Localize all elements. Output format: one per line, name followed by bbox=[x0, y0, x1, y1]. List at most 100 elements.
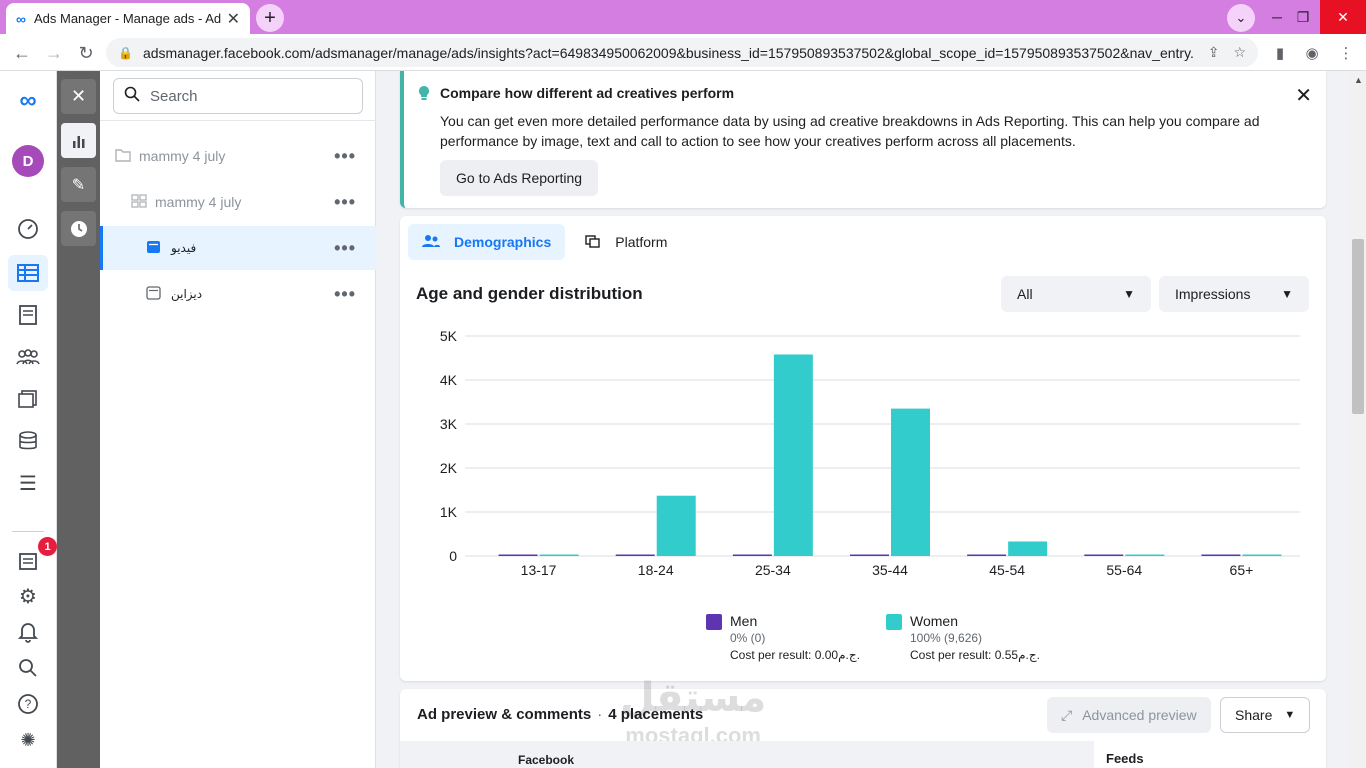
preview-strip: Facebook bbox=[400, 741, 1094, 768]
breakdown-tabs: Demographics Platform bbox=[408, 224, 687, 260]
more-options-icon[interactable]: ••• bbox=[334, 146, 356, 167]
browser-menu-icon[interactable]: ⋮ bbox=[1336, 43, 1356, 63]
history-clock-icon[interactable] bbox=[61, 211, 96, 246]
x-tick-label: 45-54 bbox=[989, 562, 1025, 578]
people-icon bbox=[422, 234, 440, 251]
folder-icon bbox=[115, 148, 131, 165]
url-field[interactable]: 🔒 adsmanager.facebook.com/adsmanager/man… bbox=[106, 38, 1258, 67]
tab-demographics[interactable]: Demographics bbox=[408, 224, 566, 260]
y-tick-label: 4K bbox=[440, 372, 458, 388]
more-options-icon[interactable]: ••• bbox=[334, 238, 356, 259]
close-panel-icon[interactable]: ✕ bbox=[61, 79, 96, 114]
settings-gear-icon[interactable]: ⚙ bbox=[8, 578, 48, 614]
share-button[interactable]: Share ▼ bbox=[1220, 697, 1311, 733]
tree-item-label: mammy 4 july bbox=[139, 148, 226, 164]
forward-arrow-icon[interactable]: → bbox=[42, 41, 66, 65]
url-text: adsmanager.facebook.com/adsmanager/manag… bbox=[142, 44, 1194, 61]
feeds-label: Feeds bbox=[1106, 751, 1144, 766]
bar-women-35-44 bbox=[891, 408, 930, 556]
advanced-preview-button[interactable]: ⤢ Advanced preview bbox=[1047, 697, 1211, 733]
billing-stack-icon[interactable] bbox=[8, 423, 48, 459]
insights-chart-icon[interactable] bbox=[61, 123, 96, 158]
search-input[interactable]: Search bbox=[113, 78, 363, 114]
bar-men-55-64 bbox=[1084, 554, 1124, 556]
profile-icon[interactable]: ◉ bbox=[1302, 43, 1322, 63]
bug-report-icon[interactable]: ✺ bbox=[8, 722, 48, 758]
more-options-icon[interactable]: ••• bbox=[334, 284, 356, 305]
legend-cost: Cost per result: 0.00ج.م. bbox=[730, 648, 860, 663]
reports-icon[interactable] bbox=[8, 297, 48, 333]
tip-title: Compare how different ad creatives perfo… bbox=[440, 85, 735, 101]
editor-toolbar: ✕ ✎ bbox=[57, 71, 100, 768]
scroll-up-arrow-icon[interactable]: ▲ bbox=[1354, 75, 1363, 85]
tree-item-label: mammy 4 july bbox=[155, 194, 242, 210]
x-tick-label: 55-64 bbox=[1106, 562, 1142, 578]
legend-men: Men 0% (0) Cost per result: 0.00ج.م. bbox=[706, 613, 860, 664]
ad-icon bbox=[146, 240, 161, 257]
age-gender-bar-chart: 0 1K 2K 3K 4K 5K 13-17 18-24 25-34 35-44 45-54 55-6… bbox=[440, 328, 1300, 578]
notifications-panel-icon[interactable]: 1 bbox=[8, 537, 57, 579]
campaigns-table-icon[interactable] bbox=[8, 255, 48, 291]
tree-item-ad-selected[interactable]: فيديو ••• bbox=[100, 226, 376, 270]
bar-men-65+ bbox=[1201, 554, 1241, 556]
caret-down-icon: ▼ bbox=[1123, 287, 1135, 301]
bar-men-13-17 bbox=[498, 554, 538, 556]
tip-banner: Compare how different ad creatives perfo… bbox=[400, 71, 1326, 208]
side-panel-icon[interactable]: ▮ bbox=[1270, 43, 1290, 63]
ad-icon bbox=[146, 285, 161, 303]
x-tick-label: 25-34 bbox=[755, 562, 791, 578]
avatar: D bbox=[12, 145, 44, 177]
reload-icon[interactable]: ↻ bbox=[74, 41, 98, 65]
tree-item-adset[interactable]: mammy 4 july ••• bbox=[100, 180, 376, 224]
gender-filter-dropdown[interactable]: All ▼ bbox=[1001, 276, 1151, 312]
go-to-ads-reporting-button[interactable]: Go to Ads Reporting bbox=[440, 160, 599, 196]
tab-platform[interactable]: Platform bbox=[571, 224, 681, 260]
all-tools-menu-icon[interactable]: ☰ bbox=[8, 465, 48, 501]
bookmark-star-icon[interactable]: ☆ bbox=[1233, 44, 1246, 61]
browser-tab[interactable]: ∞ Ads Manager - Manage ads - Ad ✕ bbox=[6, 3, 250, 34]
chart-title: Age and gender distribution bbox=[416, 284, 643, 303]
tree-item-ad[interactable]: ديزاين ••• bbox=[100, 272, 376, 316]
legend-women: Women 100% (9,626) Cost per result: 0.55… bbox=[886, 613, 1040, 664]
facebook-label: Facebook bbox=[518, 753, 575, 767]
scrollbar-thumb[interactable] bbox=[1352, 239, 1364, 414]
y-tick-label: 2K bbox=[440, 460, 458, 476]
share-page-icon[interactable]: ⇪ bbox=[1208, 44, 1220, 61]
edit-pencil-icon[interactable]: ✎ bbox=[61, 167, 96, 202]
audiences-icon[interactable] bbox=[8, 339, 48, 375]
bell-icon[interactable] bbox=[8, 614, 48, 650]
y-tick-label: 3K bbox=[440, 416, 458, 432]
y-tick-label: 5K bbox=[440, 328, 458, 344]
metric-dropdown[interactable]: Impressions ▼ bbox=[1159, 276, 1309, 312]
bar-men-18-24 bbox=[615, 554, 655, 556]
tab-search-dropdown-icon[interactable]: ⌄ bbox=[1227, 4, 1255, 32]
meta-logo-icon[interactable]: ∞ bbox=[8, 83, 48, 119]
preview-title-text: Ad preview & comments bbox=[417, 706, 592, 723]
tip-body: You can get even more detailed performan… bbox=[440, 113, 1260, 149]
search-icon bbox=[124, 86, 140, 107]
tab-label: Platform bbox=[615, 234, 668, 250]
help-icon[interactable]: ? bbox=[8, 686, 48, 722]
tree-item-label: فيديو bbox=[171, 241, 197, 255]
placements-count: 4 placements bbox=[608, 706, 704, 723]
browser-tab-title: Ads Manager - Manage ads - Ad bbox=[33, 11, 221, 26]
more-options-icon[interactable]: ••• bbox=[334, 192, 356, 213]
search-icon[interactable] bbox=[8, 650, 48, 686]
nav-divider bbox=[12, 531, 44, 532]
legend-stats: 100% (9,626) bbox=[910, 631, 983, 646]
page-scrollbar[interactable]: ▲ bbox=[1350, 71, 1366, 768]
new-tab-button[interactable]: + bbox=[256, 4, 284, 32]
tab-close-icon[interactable]: ✕ bbox=[227, 9, 240, 29]
back-arrow-icon[interactable]: ← bbox=[10, 41, 34, 65]
maximize-button[interactable]: ❐ bbox=[1286, 0, 1320, 34]
close-icon[interactable]: ✕ bbox=[1295, 83, 1312, 108]
account-avatar[interactable]: D bbox=[8, 143, 48, 179]
creative-library-icon[interactable] bbox=[8, 381, 48, 417]
dashboard-gauge-icon[interactable] bbox=[8, 211, 48, 247]
tree-item-campaign[interactable]: mammy 4 july ••• bbox=[100, 134, 376, 178]
main-content: Compare how different ad creatives perfo… bbox=[376, 71, 1350, 768]
window-close-button[interactable]: ✕ bbox=[1320, 0, 1366, 34]
browser-address-bar: ← → ↻ 🔒 adsmanager.facebook.com/adsmanag… bbox=[0, 34, 1366, 71]
legend-swatch-women bbox=[886, 614, 902, 631]
bar-women-18-24 bbox=[656, 495, 696, 556]
